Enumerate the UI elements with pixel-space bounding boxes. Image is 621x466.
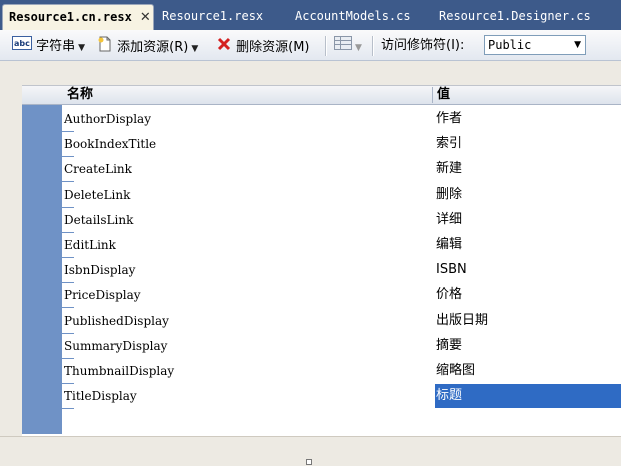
column-header-separator xyxy=(432,87,433,103)
tab-label: Resource1.Designer.cs xyxy=(439,9,591,23)
resource-value-cell[interactable]: ISBN xyxy=(435,258,621,282)
table-row[interactable]: CreateLink 新建 xyxy=(62,157,621,182)
resource-value-cell[interactable]: 详细 xyxy=(435,208,621,232)
table-row[interactable]: PublishedDisplay 出版日期 xyxy=(62,309,621,334)
column-header-value[interactable]: 值 xyxy=(437,86,450,104)
chevron-down-icon: ▼ xyxy=(574,40,581,50)
add-resource-button[interactable]: 添加资源(R) ▼ xyxy=(97,36,198,56)
editor-bottom-strip xyxy=(0,436,621,466)
table-row[interactable]: ThumbnailDisplay 缩略图 xyxy=(62,359,621,384)
access-modifier-value: Public xyxy=(488,38,532,52)
resource-name-cell[interactable]: TitleDisplay xyxy=(64,389,137,403)
column-header-name[interactable]: 名称 xyxy=(67,86,93,104)
strings-label: 字符串 xyxy=(36,39,76,54)
remove-resource-button[interactable]: 删除资源(M) xyxy=(216,36,310,56)
resource-name-cell[interactable]: AuthorDisplay xyxy=(64,112,151,126)
table-row[interactable]: TitleDisplay 标题 xyxy=(62,384,621,409)
resize-handle[interactable] xyxy=(306,459,312,465)
close-icon[interactable]: ✕ xyxy=(140,6,151,30)
tab-label: Resource1.cn.resx xyxy=(9,10,132,24)
add-resource-label: 添加资源(R) xyxy=(117,40,189,55)
resource-value-cell[interactable]: 出版日期 xyxy=(435,309,621,333)
resource-value-cell[interactable]: 编辑 xyxy=(435,233,621,257)
chevron-down-icon: ▼ xyxy=(78,43,86,53)
tab-label: Resource1.resx xyxy=(162,9,264,23)
abc-strings-icon: abc xyxy=(12,36,32,57)
document-tab-strip: Resource1.cn.resx ✕ Resource1.resx Accoun… xyxy=(0,0,621,30)
tab-resource1-designer-cs[interactable]: Resource1.Designer.cs xyxy=(433,4,597,30)
views-icon xyxy=(334,36,352,57)
strings-dropdown-button[interactable]: abc 字符串 ▼ xyxy=(12,36,85,56)
table-row[interactable]: PriceDisplay 价格 xyxy=(62,283,621,308)
toolbar-separator xyxy=(372,36,374,56)
resource-name-cell[interactable]: ThumbnailDisplay xyxy=(64,364,174,378)
remove-resource-label: 删除资源(M) xyxy=(236,40,310,55)
resource-name-cell[interactable]: SummaryDisplay xyxy=(64,339,167,353)
chevron-down-icon: ▼ xyxy=(191,44,199,54)
resource-name-cell[interactable]: IsbnDisplay xyxy=(64,263,135,277)
resource-name-cell[interactable]: PriceDisplay xyxy=(64,288,141,302)
access-modifier-label: 访问修饰符(I): xyxy=(381,38,465,53)
resource-value-cell[interactable]: 缩略图 xyxy=(435,359,621,383)
resource-name-cell[interactable]: CreateLink xyxy=(64,162,132,176)
svg-text:abc: abc xyxy=(14,39,30,48)
tab-accountmodels-cs[interactable]: AccountModels.cs xyxy=(289,4,417,30)
table-row[interactable]: AuthorDisplay 作者 xyxy=(62,107,621,132)
resource-value-cell[interactable]: 新建 xyxy=(435,157,621,181)
views-dropdown-button[interactable]: ▼ xyxy=(334,36,362,56)
resource-value-cell[interactable]: 摘要 xyxy=(435,334,621,358)
table-row[interactable]: EditLink 编辑 xyxy=(62,233,621,258)
tab-label: AccountModels.cs xyxy=(295,9,411,23)
editor-gutter xyxy=(0,61,22,465)
table-row[interactable]: DeleteLink 删除 xyxy=(62,183,621,208)
resource-value-cell[interactable]: 作者 xyxy=(435,107,621,131)
chevron-down-icon: ▼ xyxy=(355,43,362,53)
add-resource-icon xyxy=(97,36,113,59)
table-row[interactable]: DetailsLink 详细 xyxy=(62,208,621,233)
row-selector-tick xyxy=(62,408,74,410)
table-row[interactable]: IsbnDisplay ISBN xyxy=(62,258,621,283)
table-row[interactable]: BookIndexTitle 索引 xyxy=(62,132,621,157)
table-row[interactable]: SummaryDisplay 摘要 xyxy=(62,334,621,359)
resource-name-cell[interactable]: BookIndexTitle xyxy=(64,137,156,151)
remove-resource-icon xyxy=(216,36,232,59)
resource-name-cell[interactable]: PublishedDisplay xyxy=(64,314,169,328)
grid-header-row: 名称 值 xyxy=(22,86,621,105)
resource-name-cell[interactable]: EditLink xyxy=(64,238,116,252)
resource-name-cell[interactable]: DeleteLink xyxy=(64,188,130,202)
tab-resource1-cn-resx[interactable]: Resource1.cn.resx ✕ xyxy=(2,4,154,30)
toolbar-separator xyxy=(325,36,327,56)
resource-grid: 名称 值 AuthorDisplay 作者 BookIndexTitle 索引 Crea… xyxy=(22,85,621,436)
access-modifier-select[interactable]: Public ▼ xyxy=(484,35,586,55)
resource-value-cell[interactable]: 标题 xyxy=(435,384,621,409)
tab-resource1-resx[interactable]: Resource1.resx xyxy=(156,4,269,30)
resource-name-cell[interactable]: DetailsLink xyxy=(64,213,133,227)
resource-value-cell[interactable]: 索引 xyxy=(435,132,621,156)
row-selector-column xyxy=(22,105,62,434)
resource-value-cell[interactable]: 删除 xyxy=(435,183,621,207)
resource-value-cell[interactable]: 价格 xyxy=(435,283,621,307)
